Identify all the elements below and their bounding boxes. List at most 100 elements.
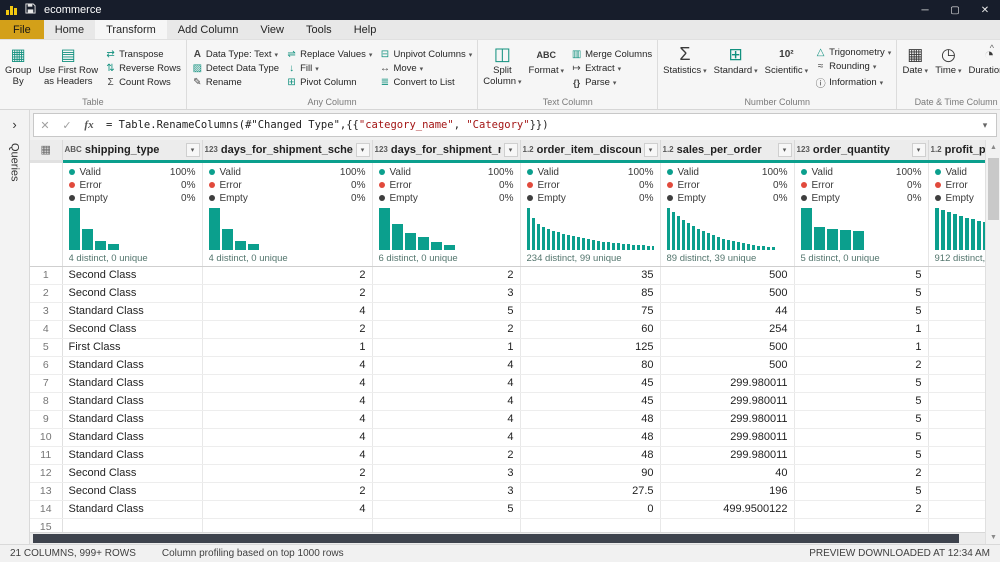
formula-cancel-icon[interactable]: ✕	[34, 119, 56, 132]
table-cell[interactable]: 196	[660, 482, 794, 500]
table-cell[interactable]	[928, 410, 985, 428]
column-header-sales_per_order[interactable]: 1.2sales_per_order▾	[660, 140, 794, 161]
table-cell[interactable]: 2	[794, 500, 928, 518]
scroll-down-icon[interactable]: ▼	[986, 530, 1000, 544]
table-cell[interactable]: 5	[794, 446, 928, 464]
vertical-scrollbar[interactable]: ▲ ▼	[985, 140, 1000, 544]
table-cell[interactable]	[928, 302, 985, 320]
table-cell[interactable]: 4	[372, 356, 520, 374]
formula-expand-icon[interactable]: ▾	[974, 120, 996, 131]
horizontal-scrollbar[interactable]	[30, 532, 985, 544]
ribbon-button-replace-values[interactable]: ⇌Replace Values▾	[284, 48, 374, 61]
table-cell[interactable]: Second Class	[62, 320, 202, 338]
table-cell[interactable]: 5	[794, 482, 928, 500]
table-cell[interactable]: Standard Class	[62, 392, 202, 410]
vertical-scrollbar-thumb[interactable]	[988, 158, 999, 220]
table-cell[interactable]: 4	[202, 356, 372, 374]
table-cell[interactable]: 2	[202, 482, 372, 500]
table-cell[interactable]: 5	[794, 284, 928, 302]
table-cell[interactable]	[928, 338, 985, 356]
table-cell[interactable]: 2	[202, 464, 372, 482]
table-cell[interactable]: 48	[520, 410, 660, 428]
ribbon-button-split-column[interactable]: ◫SplitColumn ▾	[480, 41, 524, 96]
ribbon-collapse-icon[interactable]: ^	[990, 43, 994, 53]
table-cell[interactable]: 3	[372, 464, 520, 482]
select-all-corner[interactable]: ▦	[30, 140, 62, 161]
ribbon-button-transpose[interactable]: ⇄Transpose	[103, 48, 183, 61]
menu-tab-help[interactable]: Help	[343, 20, 388, 39]
table-cell[interactable]: Second Class	[62, 284, 202, 302]
table-cell[interactable]	[928, 284, 985, 302]
table-cell[interactable]: 35	[520, 266, 660, 284]
table-cell[interactable]: 2	[202, 320, 372, 338]
filter-dropdown-icon[interactable]: ▾	[504, 143, 518, 157]
row-number[interactable]: 9	[30, 410, 62, 428]
table-cell[interactable]: 1	[202, 338, 372, 356]
scroll-up-icon[interactable]: ▲	[986, 140, 1000, 154]
row-number[interactable]: 5	[30, 338, 62, 356]
table-cell[interactable]: 299.980011	[660, 374, 794, 392]
ribbon-button-standard[interactable]: ⊞Standard ▾	[711, 41, 761, 96]
table-cell[interactable]: 2	[794, 464, 928, 482]
table-cell[interactable]: Standard Class	[62, 374, 202, 392]
ribbon-button-rename[interactable]: ✎Rename	[190, 76, 281, 89]
table-cell[interactable]: Second Class	[62, 482, 202, 500]
table-cell[interactable]: 85	[520, 284, 660, 302]
table-cell[interactable]: 500	[660, 284, 794, 302]
table-cell[interactable]: 48	[520, 428, 660, 446]
table-cell[interactable]: 4	[202, 428, 372, 446]
row-number[interactable]: 8	[30, 392, 62, 410]
table-cell[interactable]: 45	[520, 392, 660, 410]
ribbon-button-statistics[interactable]: ΣStatistics ▾	[660, 41, 709, 96]
table-cell[interactable]: 1	[794, 320, 928, 338]
table-cell[interactable]: 80	[520, 356, 660, 374]
table-cell[interactable]: 299.980011	[660, 410, 794, 428]
row-number[interactable]: 3	[30, 302, 62, 320]
table-cell[interactable]: 5	[794, 302, 928, 320]
ribbon-button-pivot-column[interactable]: ⊞Pivot Column	[284, 76, 374, 89]
table-cell[interactable]: Standard Class	[62, 428, 202, 446]
column-header-days_for_shipment_scheduled[interactable]: 123days_for_shipment_scheduled▾	[202, 140, 372, 161]
table-cell[interactable]: 4	[202, 500, 372, 518]
table-cell[interactable]: 2	[794, 356, 928, 374]
table-cell[interactable]: 4	[202, 302, 372, 320]
table-cell[interactable]	[928, 428, 985, 446]
filter-dropdown-icon[interactable]: ▾	[644, 143, 658, 157]
maximize-button[interactable]: ▢	[940, 0, 970, 20]
table-cell[interactable]: 2	[372, 446, 520, 464]
table-cell[interactable]: 5	[372, 302, 520, 320]
row-number[interactable]: 6	[30, 356, 62, 374]
table-cell[interactable]: 0	[520, 500, 660, 518]
queries-pane-collapsed[interactable]: › Queries	[0, 110, 30, 544]
table-cell[interactable]: 1	[794, 338, 928, 356]
table-cell[interactable]: 299.980011	[660, 446, 794, 464]
table-cell[interactable]: 4	[202, 446, 372, 464]
table-cell[interactable]: 4	[372, 374, 520, 392]
table-cell[interactable]: Standard Class	[62, 446, 202, 464]
ribbon-button-detect-data-type[interactable]: ▨Detect Data Type	[190, 62, 281, 75]
ribbon-button-convert-to-list[interactable]: ≣Convert to List	[377, 76, 474, 89]
table-cell[interactable]: 4	[202, 392, 372, 410]
table-cell[interactable]: Standard Class	[62, 302, 202, 320]
filter-dropdown-icon[interactable]: ▾	[186, 143, 200, 157]
table-cell[interactable]: 2	[372, 266, 520, 284]
table-cell[interactable]: Standard Class	[62, 410, 202, 428]
table-cell[interactable]: 4	[372, 428, 520, 446]
table-cell[interactable]: 44	[660, 302, 794, 320]
ribbon-button-information[interactable]: ⓘInformation▾	[813, 74, 893, 91]
minimize-button[interactable]: ─	[910, 0, 940, 20]
filter-dropdown-icon[interactable]: ▾	[778, 143, 792, 157]
row-number[interactable]: 14	[30, 500, 62, 518]
table-cell[interactable]: Standard Class	[62, 356, 202, 374]
table-cell[interactable]	[928, 392, 985, 410]
save-icon[interactable]	[25, 3, 36, 17]
table-cell[interactable]: 499.9500122	[660, 500, 794, 518]
column-header-days_for_shipment_real[interactable]: 123days_for_shipment_real▾	[372, 140, 520, 161]
horizontal-scrollbar-thumb[interactable]	[33, 534, 959, 543]
close-button[interactable]: ✕	[970, 0, 1000, 20]
table-cell[interactable]	[928, 320, 985, 338]
table-cell[interactable]: 5	[794, 428, 928, 446]
menu-tab-home[interactable]: Home	[44, 20, 95, 39]
table-cell[interactable]: Second Class	[62, 464, 202, 482]
menu-tab-view[interactable]: View	[249, 20, 295, 39]
